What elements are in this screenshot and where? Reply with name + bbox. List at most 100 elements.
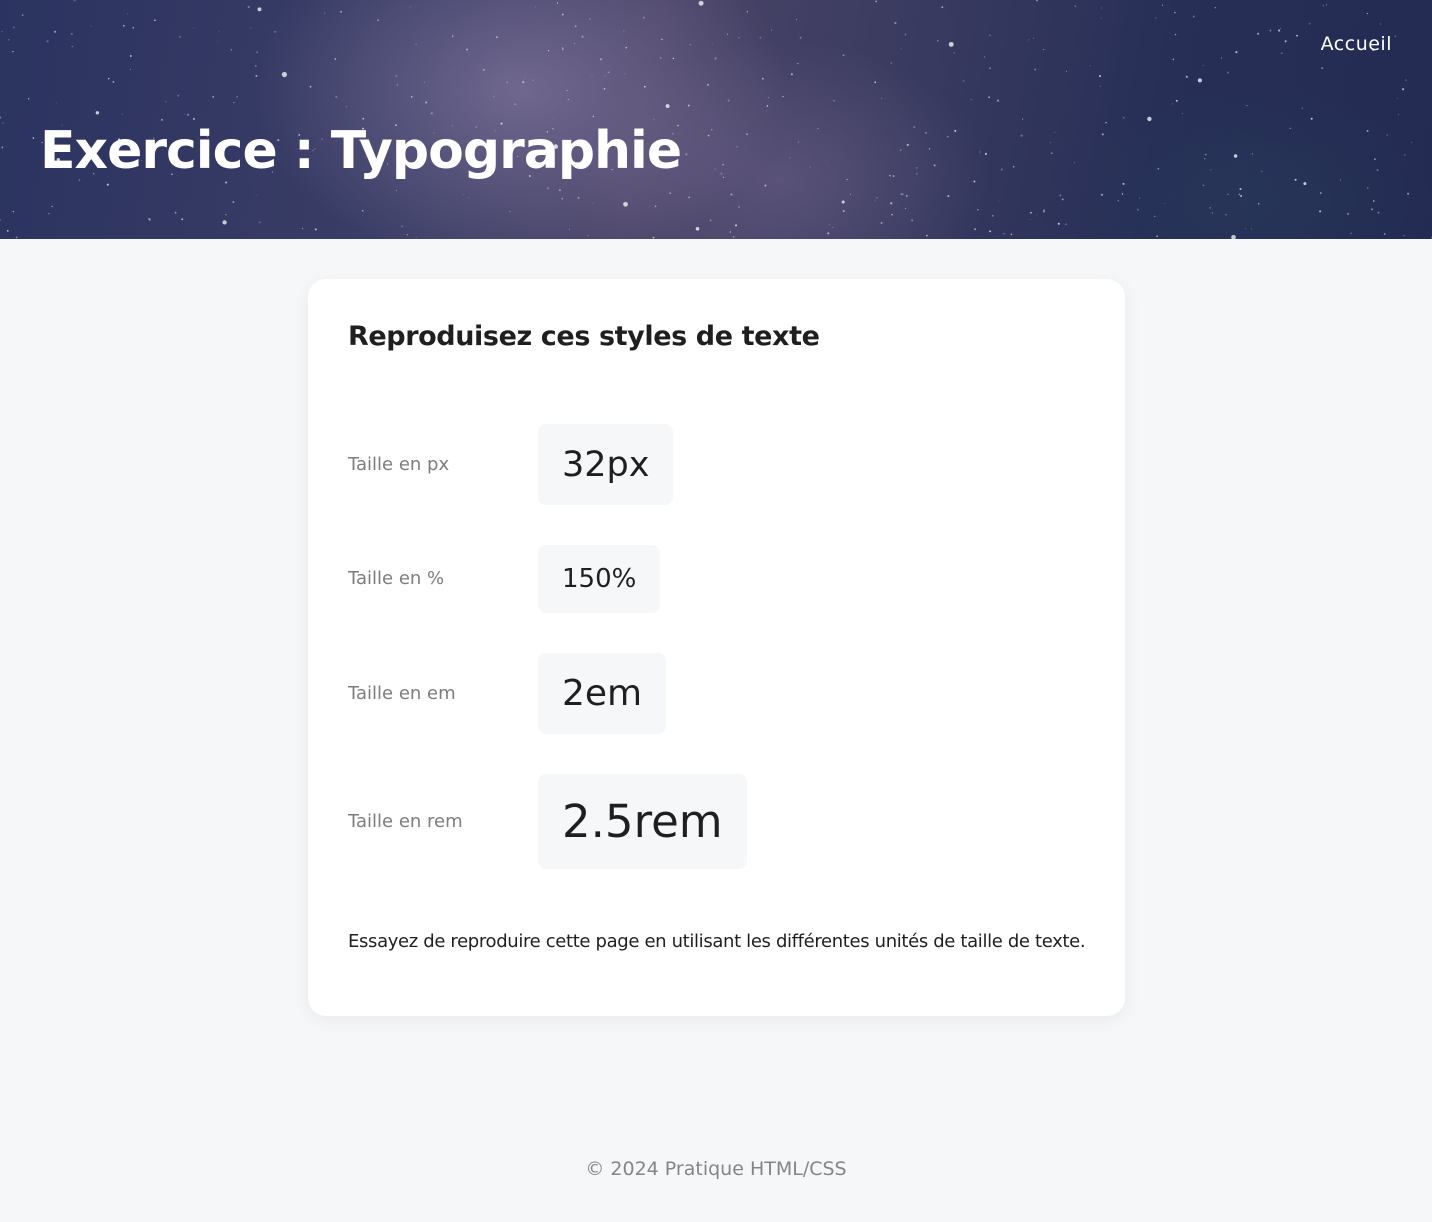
star — [1100, 193, 1103, 196]
star — [254, 65, 257, 67]
star — [1050, 142, 1052, 144]
star — [1204, 158, 1206, 160]
star — [652, 236, 655, 239]
star — [685, 153, 688, 156]
star — [891, 213, 893, 216]
star — [642, 16, 645, 19]
star — [230, 49, 232, 51]
star — [1156, 235, 1158, 238]
star — [916, 173, 918, 175]
star — [1340, 179, 1342, 181]
star — [12, 210, 15, 213]
star — [559, 189, 561, 191]
star — [581, 35, 584, 38]
star — [423, 81, 425, 83]
star — [1377, 211, 1380, 214]
star — [947, 136, 949, 138]
star — [15, 236, 18, 239]
star — [1394, 35, 1397, 38]
star — [916, 167, 918, 169]
star — [132, 26, 135, 29]
star — [233, 102, 235, 103]
star — [789, 157, 791, 159]
star — [905, 194, 908, 197]
star — [95, 109, 97, 110]
star — [846, 178, 848, 181]
star — [561, 48, 564, 50]
star — [1101, 7, 1103, 9]
star — [989, 67, 991, 69]
star — [688, 196, 690, 199]
star — [1054, 131, 1056, 133]
star — [1373, 158, 1376, 161]
star — [561, 13, 564, 16]
star — [603, 88, 606, 90]
card-note: Essayez de reproduire cette page en util… — [348, 931, 1086, 952]
nav-link-accueil[interactable]: Accueil — [1321, 33, 1392, 55]
star — [936, 39, 939, 42]
star — [1089, 65, 1091, 67]
star — [1010, 233, 1013, 236]
star — [698, 0, 704, 6]
star — [607, 71, 610, 74]
star — [1073, 162, 1075, 164]
star — [1405, 79, 1407, 81]
star — [1261, 170, 1263, 172]
star — [1227, 193, 1229, 196]
star — [892, 175, 895, 177]
star — [1174, 11, 1176, 14]
star — [817, 128, 819, 130]
star — [1101, 133, 1104, 136]
star — [1321, 67, 1324, 70]
star — [1220, 57, 1223, 59]
star — [177, 94, 180, 97]
star — [1294, 178, 1297, 181]
page-title: Exercice : Typographie — [40, 121, 682, 181]
star — [247, 5, 250, 9]
row-label-rem: Taille en rem — [348, 811, 463, 832]
star — [661, 38, 663, 41]
star — [562, 46, 564, 48]
star — [589, 18, 591, 20]
star — [255, 74, 258, 77]
star — [1154, 215, 1156, 217]
star — [832, 226, 834, 228]
star — [890, 62, 892, 64]
star — [850, 193, 851, 195]
row-label-em: Taille en em — [348, 683, 456, 704]
star — [410, 96, 413, 98]
star — [604, 75, 606, 77]
star — [643, 85, 646, 88]
star — [179, 36, 181, 38]
star — [181, 218, 184, 221]
star — [983, 56, 986, 58]
star — [1251, 228, 1252, 230]
star — [998, 200, 1000, 202]
star — [1028, 39, 1030, 41]
star — [599, 58, 602, 61]
star — [1172, 103, 1173, 105]
star — [256, 194, 258, 196]
star — [1403, 235, 1405, 236]
star — [1296, 34, 1298, 37]
star — [90, 25, 92, 27]
star — [759, 36, 762, 39]
star — [56, 102, 57, 104]
star — [894, 22, 897, 25]
star — [334, 58, 337, 60]
star — [924, 131, 928, 134]
star — [1042, 210, 1045, 213]
star — [217, 40, 219, 42]
star — [46, 40, 49, 43]
star — [826, 161, 828, 163]
star — [695, 226, 700, 231]
star — [1284, 40, 1287, 43]
star — [1376, 169, 1379, 172]
star — [1366, 129, 1369, 132]
star — [409, 6, 411, 8]
star — [1163, 203, 1165, 205]
star — [623, 201, 628, 207]
star — [979, 151, 981, 153]
star — [174, 211, 177, 214]
star — [1310, 117, 1313, 120]
